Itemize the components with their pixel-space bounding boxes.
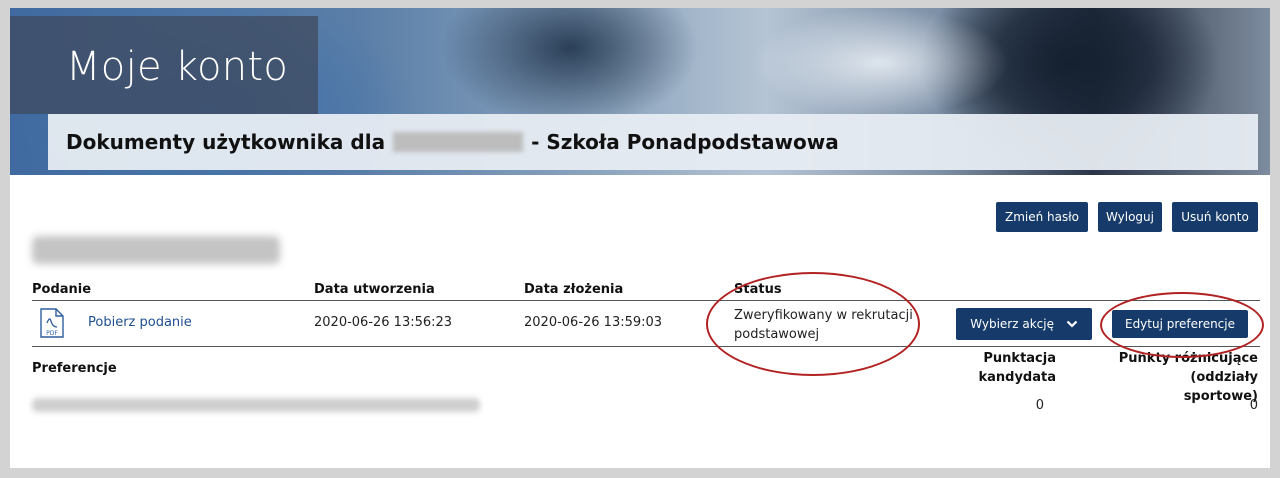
choose-action-dropdown[interactable]: Wybierz akcję: [956, 308, 1092, 340]
delete-account-button[interactable]: Usuń konto: [1172, 202, 1258, 232]
pdf-file-icon[interactable]: PDF: [40, 308, 64, 338]
header-podanie: Podanie: [32, 282, 92, 297]
change-password-button[interactable]: Zmień hasło: [996, 202, 1088, 232]
redacted-user-name: [393, 132, 524, 152]
page-frame: Moje konto Dokumenty użytkownika dla - Sz…: [10, 8, 1270, 468]
banner-glow: [750, 8, 1010, 118]
header-created: Data utworzenia: [314, 282, 435, 297]
status-text: Zweryfikowany w rekrutacji podstawowej: [734, 306, 913, 344]
svg-text:PDF: PDF: [46, 330, 58, 337]
row-divider: [32, 346, 1260, 347]
header-status: Status: [734, 282, 782, 297]
differentiating-points-header-line-1: Punkty różnicujące (oddziały: [1118, 351, 1258, 385]
header-submitted: Data złożenia: [524, 282, 624, 297]
chevron-down-icon: [1066, 320, 1078, 328]
redacted-preference-entry: [32, 398, 480, 412]
submitted-date: 2020-06-26 13:59:03: [524, 315, 663, 330]
download-application-link[interactable]: Pobierz podanie: [88, 315, 192, 330]
preferences-label: Preferencje: [32, 361, 117, 376]
candidate-score-value: 0: [1035, 398, 1044, 413]
edit-preferences-button[interactable]: Edytuj preferencje: [1112, 310, 1248, 338]
subtitle-suffix: - Szkoła Ponadpodstawowa: [531, 130, 839, 154]
page-subtitle: Dokumenty użytkownika dla - Szkoła Ponadp…: [66, 130, 839, 154]
status-line-1: Zweryfikowany w rekrutacji: [734, 308, 913, 323]
candidate-score-header: Punktacja kandydata: [940, 349, 1056, 387]
header-divider: [32, 300, 1260, 301]
differentiating-points-value: 0: [1249, 398, 1258, 413]
choose-action-label: Wybierz akcję: [970, 317, 1054, 331]
subtitle-prefix: Dokumenty użytkownika dla: [66, 130, 386, 154]
logout-button[interactable]: Wyloguj: [1098, 202, 1162, 232]
candidate-score-header-line-2: kandydata: [978, 370, 1056, 385]
page-title: Moje konto: [66, 44, 289, 90]
redacted-section-heading: [32, 236, 280, 264]
created-date: 2020-06-26 13:56:23: [314, 315, 453, 330]
status-line-2: podstawowej: [734, 327, 820, 342]
candidate-score-header-line-1: Punktacja: [983, 351, 1056, 366]
